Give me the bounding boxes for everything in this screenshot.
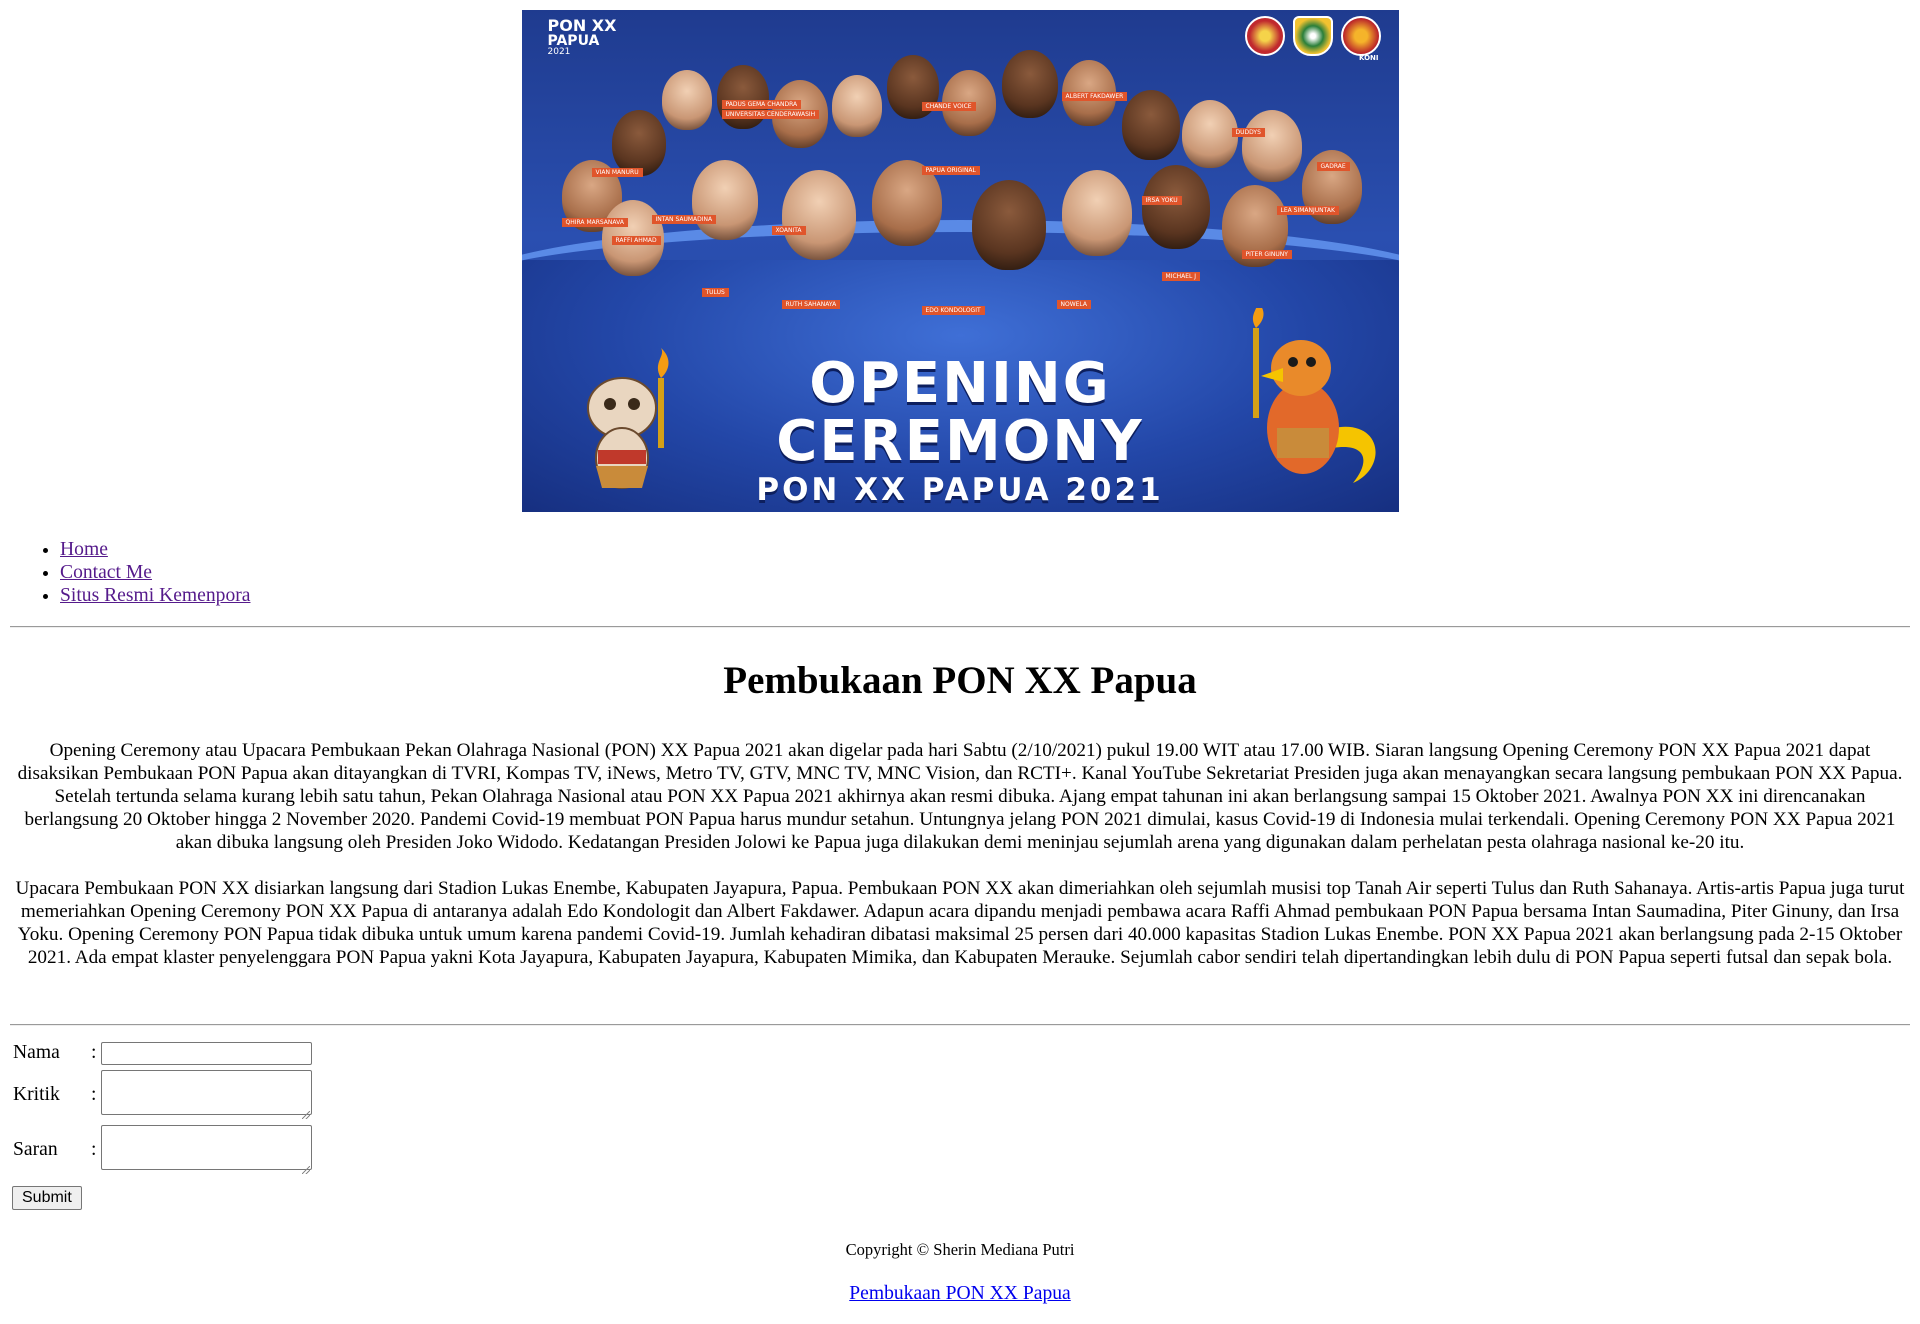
kritik-wrapper: [101, 1069, 312, 1121]
saran-wrapper: [101, 1124, 312, 1176]
performer-face: [691, 160, 758, 240]
performer-tag: PADUS GEMA CHANDRA: [721, 100, 802, 109]
colon: :: [91, 1042, 97, 1063]
performer-face: [1181, 100, 1238, 168]
nav-item-kemenpora: Situs Resmi Kemenpora: [60, 584, 1910, 607]
performer-tag: MICHAEL J: [1161, 272, 1201, 281]
form-row-nama: Nama :: [10, 1038, 1910, 1068]
performer-face: [661, 70, 712, 130]
article-paragraph-2: Upacara Pembukaan PON XX disiarkan langs…: [15, 878, 1905, 968]
performer-tag: INTAN SAUMADINA: [651, 215, 717, 224]
performer-face: [831, 75, 882, 137]
nav-link-home[interactable]: Home: [60, 539, 108, 560]
article-title: Pembukaan PON XX Papua: [723, 659, 1197, 702]
nav-link-kemenpora[interactable]: Situs Resmi Kemenpora: [60, 585, 250, 606]
performer-face: [1241, 110, 1302, 182]
performer-tag: GADRAE: [1316, 162, 1350, 171]
bird-of-paradise-mascot-icon: [1252, 308, 1376, 483]
performer-face: [716, 65, 769, 129]
performer-tag: VIAN MANURU: [591, 168, 643, 177]
performer-tag: TULUS: [701, 288, 729, 297]
performer-tag: NOWELA: [1056, 300, 1092, 309]
resize-grip-icon[interactable]: [302, 1165, 310, 1174]
article-paragraph-1: Opening Ceremony atau Upacara Pembukaan …: [17, 740, 1903, 853]
feedback-form: Nama : Kritik : Saran : Submit: [10, 1038, 1910, 1210]
form-row-saran: Saran :: [10, 1122, 1910, 1178]
performer-tag: XOANITA: [771, 226, 806, 235]
banner-performers: PADUS GEMA CHANDRA UNIVERSITAS CENDERAWA…: [542, 50, 1379, 315]
performer-face: [1001, 50, 1058, 118]
performer-tag: ALBERT FAKDAWER: [1061, 92, 1128, 101]
performer-tag: IRSA YOKU: [1141, 196, 1182, 205]
divider: [10, 626, 1910, 628]
nama-input[interactable]: [101, 1041, 312, 1065]
page: PON XX PAPUA 2021 KONI PADUS GEMA CHANDR…: [0, 0, 1920, 1305]
saran-textarea[interactable]: [101, 1124, 312, 1170]
colon: :: [91, 1139, 97, 1160]
banner-image: PON XX PAPUA 2021 KONI PADUS GEMA CHANDR…: [521, 10, 1399, 512]
performer-face: [971, 180, 1046, 270]
performer-tag: CHANDE VOICE: [921, 102, 976, 111]
performer-tag: EDO KONDOLOGIT: [921, 306, 985, 315]
performer-face: [1141, 165, 1210, 249]
form-row-kritik: Kritik :: [10, 1068, 1910, 1122]
submit-button[interactable]: Submit: [12, 1186, 82, 1210]
performer-tag: QHIRA MARSANAVA: [561, 218, 628, 227]
kritik-label: Kritik: [13, 1084, 60, 1105]
cuscus-mascot-icon: [586, 348, 669, 489]
divider: [10, 1024, 1910, 1026]
nav-item-contact: Contact Me: [60, 561, 1910, 584]
colon: :: [91, 1084, 97, 1105]
nav-link-contact-me[interactable]: Contact Me: [60, 562, 152, 583]
performer-tag: LEA SIMANJUNTAK: [1276, 206, 1339, 215]
performer-tag: RAFFI AHMAD: [611, 236, 661, 245]
footer-link-wrapper: Pembukaan PON XX Papua: [10, 1283, 1910, 1305]
nama-label: Nama: [13, 1042, 60, 1063]
nav-list: Home Contact Me Situs Resmi Kemenpora: [10, 538, 1910, 607]
footer-copyright: Copyright © Sherin Mediana Putri: [845, 1240, 1075, 1259]
performer-face: [1061, 170, 1132, 256]
performer-tag: DUDDYS: [1231, 128, 1265, 137]
performer-face: [1121, 90, 1180, 160]
resize-grip-icon[interactable]: [302, 1110, 310, 1119]
performer-face: [611, 110, 666, 176]
nav-item-home: Home: [60, 538, 1910, 561]
footer-link[interactable]: Pembukaan PON XX Papua: [849, 1283, 1071, 1304]
banner-logo-line1: PON XX: [547, 16, 617, 35]
performer-tag: PAPUA ORIGINAL: [921, 166, 980, 175]
saran-label: Saran: [13, 1139, 58, 1160]
kritik-textarea[interactable]: [101, 1069, 312, 1115]
performer-tag: UNIVERSITAS CENDERAWASIH: [721, 110, 820, 119]
performer-face: [781, 170, 856, 260]
performer-tag: PITER GINUNY: [1241, 250, 1292, 259]
banner-logo-line2: PAPUA: [547, 33, 600, 49]
performer-tag: RUTH SAHANAYA: [781, 300, 841, 309]
